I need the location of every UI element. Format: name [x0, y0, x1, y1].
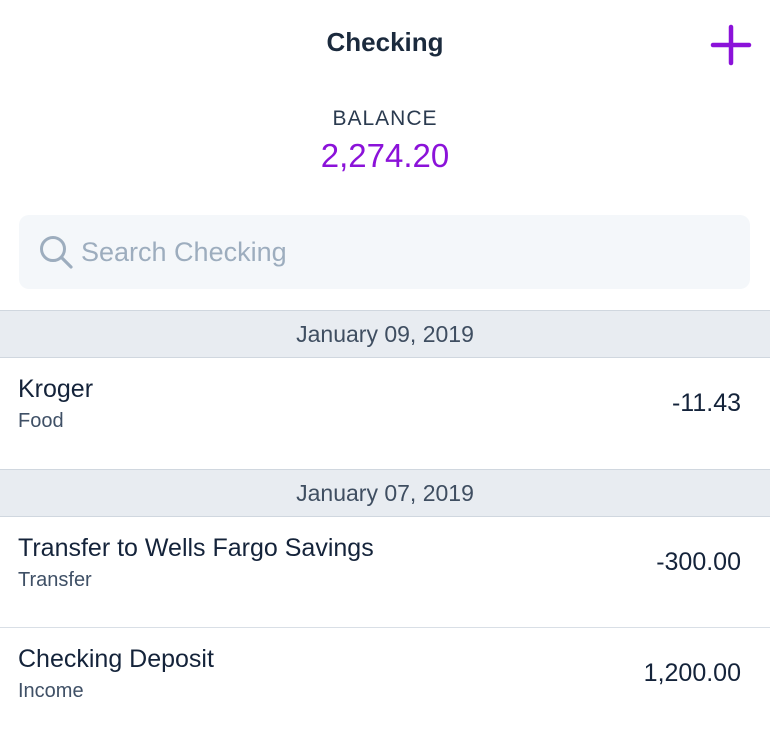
search-icon: [37, 233, 75, 271]
navigation-bar: Checking: [0, 0, 770, 90]
transaction-row[interactable]: Kroger Food -11.43: [0, 358, 770, 469]
plus-icon: [710, 24, 752, 66]
transaction-payee: Transfer to Wells Fargo Savings: [18, 534, 374, 562]
search-bar[interactable]: [19, 215, 750, 289]
checking-screen: Checking BALANCE 2,274.20 January 09, 20…: [0, 0, 770, 733]
balance-amount: 2,274.20: [320, 137, 450, 174]
transaction-category: Income: [18, 680, 84, 702]
balance-label: BALANCE: [332, 107, 438, 130]
transaction-category: Transfer: [18, 569, 92, 591]
search-input[interactable]: [81, 231, 721, 273]
transaction-amount: -300.00: [656, 548, 741, 576]
transaction-payee: Kroger: [18, 375, 94, 403]
add-transaction-button[interactable]: [708, 22, 754, 68]
transaction-amount: 1,200.00: [643, 659, 741, 687]
date-section-header: January 09, 2019: [0, 310, 770, 358]
transaction-category: Food: [18, 410, 64, 432]
transaction-row[interactable]: Transfer to Wells Fargo Savings Transfer…: [0, 517, 770, 628]
transaction-payee: Checking Deposit: [18, 645, 214, 673]
transaction-amount: -11.43: [671, 389, 741, 417]
date-section-header: January 07, 2019: [0, 469, 770, 517]
transaction-row[interactable]: Checking Deposit Income 1,200.00: [0, 628, 770, 733]
page-title: Checking: [326, 27, 444, 57]
